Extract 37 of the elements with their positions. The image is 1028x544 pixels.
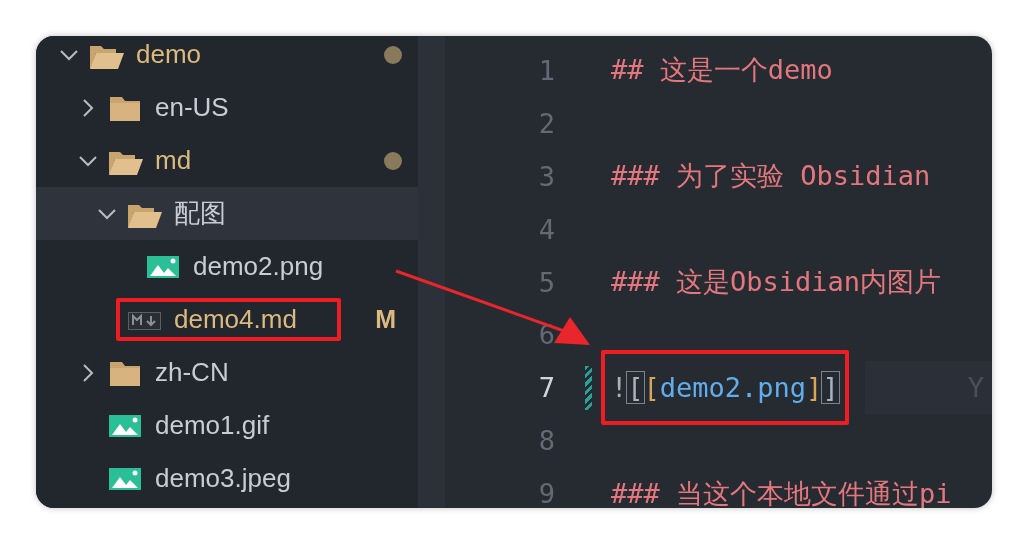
tree-item[interactable]: demo3.jpeg	[36, 452, 418, 505]
code-text: [	[643, 372, 660, 404]
code-text: ### 当这个本地文件通过pi	[611, 476, 952, 508]
file-name: demo2.png	[193, 251, 324, 282]
tree-item[interactable]: en-US	[36, 81, 418, 134]
file-name: 配图	[174, 197, 226, 230]
line-number: 3	[537, 160, 555, 192]
tree-item[interactable]: demo1.gif	[36, 399, 418, 452]
code-text: [	[627, 372, 644, 404]
line-number: 8	[537, 425, 555, 457]
code-text: demo2.png	[659, 372, 807, 404]
file-name: demo3.jpeg	[155, 463, 291, 494]
line-number: 9	[537, 478, 555, 508]
tree-item[interactable]: demo4.md M	[36, 293, 418, 346]
line-number: 5	[537, 266, 555, 298]
file-name: md	[155, 145, 192, 176]
line-number: 1	[537, 54, 555, 86]
code-text: ### 为了实验 Obsidian	[611, 159, 931, 194]
code-text: ]	[822, 372, 839, 404]
tree-item[interactable]: md	[36, 134, 418, 187]
code-text: !	[611, 372, 628, 404]
code-text: ## 这是一个demo	[611, 53, 833, 88]
file-name: demo1.gif	[155, 410, 270, 441]
file-name: demo	[136, 39, 202, 70]
tree-item[interactable]: 配图	[36, 187, 418, 240]
tree-item[interactable]: zh-CN	[36, 346, 418, 399]
line-number: 2	[537, 107, 555, 139]
line-number: 4	[537, 213, 555, 245]
file-name: zh-CN	[155, 357, 229, 388]
tree-item[interactable]: demo	[36, 36, 418, 81]
git-status: M	[375, 305, 396, 334]
file-name: demo4.md	[174, 304, 297, 335]
code-text: ]	[806, 372, 823, 404]
file-name: en-US	[155, 92, 229, 123]
line-number: 7	[537, 372, 555, 404]
tree-item[interactable]: demo2.png	[36, 240, 418, 293]
code-text: ### 这是Obsidian内图片	[611, 265, 942, 299]
